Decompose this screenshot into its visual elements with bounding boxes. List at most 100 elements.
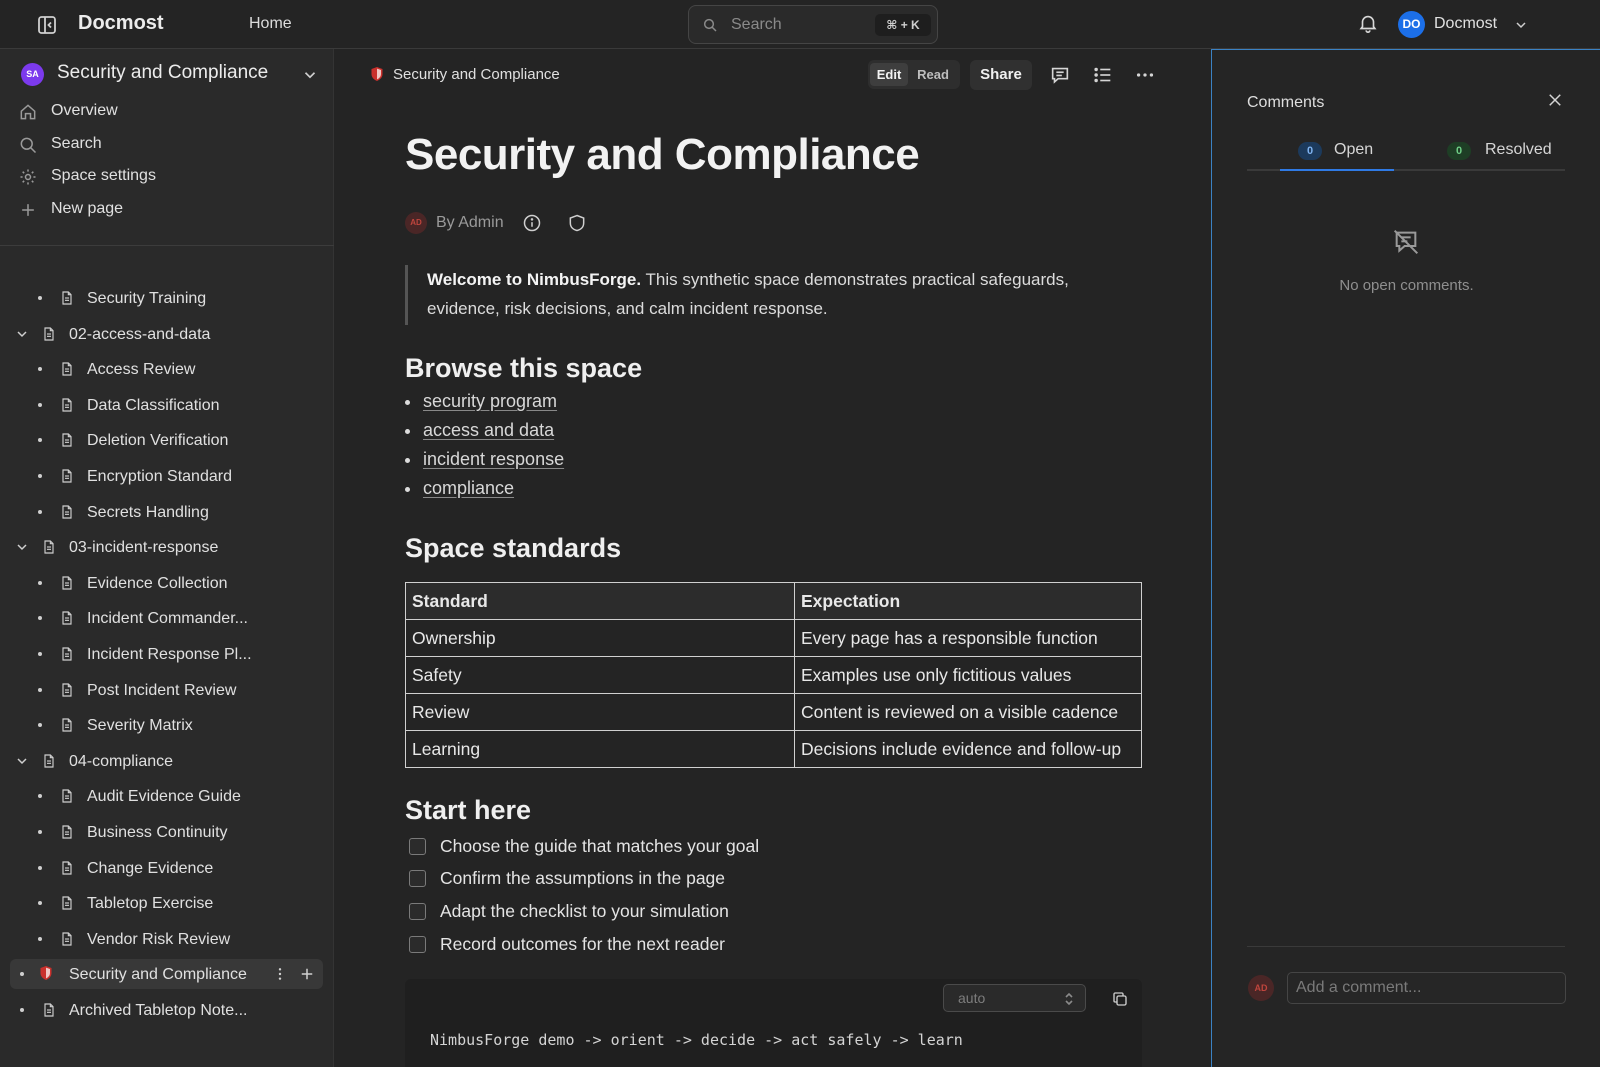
sidebar-item-search[interactable]: Search	[18, 132, 318, 158]
task-checkbox[interactable]	[409, 903, 426, 920]
tree-item[interactable]: Deletion Verification	[0, 425, 330, 455]
page-title[interactable]: Security and Compliance	[405, 130, 920, 180]
sidebar-toggle-icon[interactable]	[35, 13, 59, 37]
comments-icon[interactable]	[1049, 64, 1071, 86]
chevron-down-icon	[301, 66, 319, 84]
read-mode-button[interactable]: Read	[910, 63, 956, 86]
sidebar-divider	[0, 245, 334, 246]
sidebar-item-space-settings[interactable]: Space settings	[18, 164, 318, 190]
table-cell[interactable]: Content is reviewed on a visible cadence	[794, 693, 1142, 731]
welcome-callout: Welcome to NimbusForge. This synthetic s…	[405, 265, 1135, 325]
user-avatar[interactable]: DO	[1398, 11, 1425, 38]
tree-bullet	[38, 616, 42, 620]
share-button[interactable]: Share	[970, 60, 1032, 90]
document-icon	[59, 894, 75, 912]
table-cell[interactable]: Learning	[405, 730, 795, 768]
tree-item[interactable]: Secrets Handling	[0, 497, 330, 527]
tree-item[interactable]: Vendor Risk Review	[0, 924, 330, 954]
tree-item[interactable]: Data Classification	[0, 390, 330, 420]
tree-item[interactable]: Business Continuity	[0, 817, 330, 847]
more-options-icon[interactable]	[1134, 64, 1156, 86]
space-name: Security and Compliance	[57, 62, 269, 83]
tree-bullet	[38, 901, 42, 905]
table-of-contents-icon[interactable]	[1092, 64, 1114, 86]
tree-bullet	[38, 438, 42, 442]
sidebar-item-new-page[interactable]: New page	[18, 197, 318, 223]
link-incident-response[interactable]: incident response	[423, 449, 564, 469]
space-switcher[interactable]: SA Security and Compliance	[20, 59, 320, 93]
chevron-down-icon[interactable]	[14, 539, 30, 555]
tree-item[interactable]: Evidence Collection	[0, 568, 330, 598]
table-cell[interactable]: Every page has a responsible function	[794, 619, 1142, 657]
code-line[interactable]: NimbusForge demo -> orient -> decide -> …	[430, 1031, 963, 1049]
task-checkbox[interactable]	[409, 870, 426, 887]
chevron-down-icon[interactable]	[14, 753, 30, 769]
tree-bullet	[20, 1008, 24, 1012]
sidebar-item-overview[interactable]: Overview	[18, 99, 318, 125]
tree-item[interactable]: Encryption Standard	[0, 461, 330, 491]
tree-item-label: Data Classification	[87, 397, 220, 414]
tree-item[interactable]: Security Training	[0, 283, 330, 313]
task-checkbox[interactable]	[409, 838, 426, 855]
add-subpage-plus-icon[interactable]	[298, 965, 316, 983]
tree-item[interactable]: Incident Commander...	[0, 603, 330, 633]
tree-bullet	[20, 972, 24, 976]
document-icon	[59, 787, 75, 805]
tree-bullet	[38, 367, 42, 371]
copy-icon[interactable]	[1111, 990, 1129, 1008]
user-menu-name[interactable]: Docmost	[1434, 15, 1497, 33]
chevron-down-icon[interactable]	[1513, 17, 1529, 33]
tree-item[interactable]: 04-compliance	[0, 746, 330, 776]
tree-item[interactable]: Archived Tabletop Note...	[0, 995, 330, 1025]
document-icon	[41, 325, 57, 343]
more-vertical-icon[interactable]	[272, 965, 288, 983]
tab-open[interactable]: 0 Open	[1280, 135, 1394, 171]
table-cell[interactable]: Decisions include evidence and follow-up	[794, 730, 1142, 768]
edit-mode-button[interactable]: Edit	[870, 63, 908, 86]
task-checkbox[interactable]	[409, 936, 426, 953]
table-row: Review Content is reviewed on a visible …	[405, 693, 1142, 731]
tree-item-label: 04-compliance	[69, 753, 174, 770]
table-header[interactable]: Expectation	[794, 582, 1142, 620]
global-search[interactable]: Search ⌘ + K	[688, 5, 938, 44]
close-icon[interactable]	[1546, 91, 1564, 109]
tree-item[interactable]: 02-access-and-data	[0, 319, 330, 349]
code-language-select[interactable]: auto	[943, 984, 1086, 1012]
tab-resolved[interactable]: 0 Resolved	[1447, 135, 1565, 171]
document-icon	[41, 538, 57, 556]
info-icon[interactable]	[522, 213, 542, 233]
tree-item[interactable]: Change Evidence	[0, 853, 330, 883]
author-avatar: AD	[405, 212, 427, 234]
notifications-bell-icon[interactable]	[1357, 12, 1379, 34]
comments-tabs: 0 Open 0 Resolved	[1247, 135, 1565, 171]
comments-title: Comments	[1247, 94, 1325, 111]
app-brand[interactable]: Docmost	[78, 12, 164, 35]
commenter-avatar: AD	[1248, 975, 1274, 1001]
tree-item[interactable]: Incident Response Pl...	[0, 639, 330, 669]
table-cell[interactable]: Review	[405, 693, 795, 731]
table-header[interactable]: Standard	[405, 582, 795, 620]
tree-item[interactable]: 03-incident-response	[0, 532, 330, 562]
chevron-down-icon[interactable]	[14, 326, 30, 342]
shield-icon[interactable]	[567, 213, 587, 233]
tree-item[interactable]: Post Incident Review	[0, 675, 330, 705]
add-comment-input[interactable]: Add a comment...	[1287, 972, 1566, 1004]
tree-item[interactable]: Access Review	[0, 354, 330, 384]
task-item: Confirm the assumptions in the page	[409, 866, 909, 892]
tree-item[interactable]: Severity Matrix	[0, 710, 330, 740]
empty-comments-text: No open comments.	[1339, 277, 1474, 294]
tree-item[interactable]: Tabletop Exercise	[0, 888, 330, 918]
tree-item[interactable]: Audit Evidence Guide	[0, 781, 330, 811]
table-cell[interactable]: Safety	[405, 656, 795, 694]
table-cell[interactable]: Ownership	[405, 619, 795, 657]
tree-item[interactable]: Security and Compliance	[10, 959, 323, 989]
task-label: Adapt the checklist to your simulation	[440, 901, 729, 921]
link-security-program[interactable]: security program	[423, 391, 557, 411]
table-cell[interactable]: Examples use only fictitious values	[794, 656, 1142, 694]
breadcrumb-page-title[interactable]: Security and Compliance	[393, 66, 560, 83]
link-access-and-data[interactable]: access and data	[423, 420, 554, 440]
sidebar-item-label: Overview	[51, 102, 118, 119]
link-compliance[interactable]: compliance	[423, 478, 514, 498]
table-row: Safety Examples use only fictitious valu…	[405, 656, 1142, 694]
home-link[interactable]: Home	[249, 15, 292, 33]
